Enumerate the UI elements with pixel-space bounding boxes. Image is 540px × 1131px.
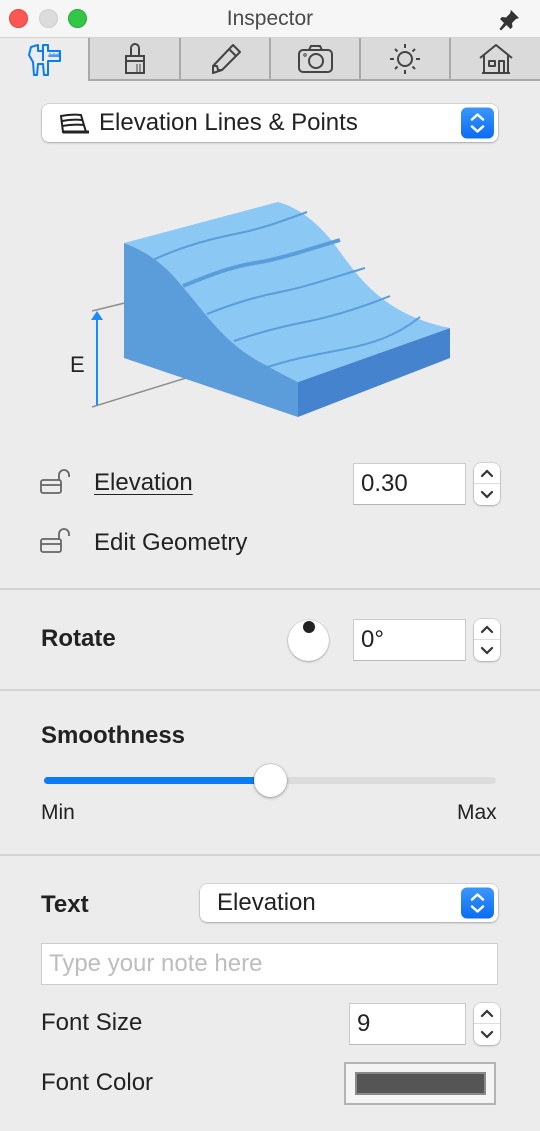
font-color-label: Font Color — [41, 1069, 154, 1096]
elevation-lock-icon[interactable] — [39, 468, 71, 496]
rotate-dial-indicator — [302, 621, 315, 633]
stepper-down-icon[interactable] — [474, 1024, 500, 1045]
smoothness-label: Smoothness — [41, 722, 186, 749]
stepper-up-icon[interactable] — [474, 619, 500, 640]
elevation-field[interactable]: 0.30 — [353, 463, 466, 505]
smoothness-slider-fill — [44, 777, 270, 784]
guide-line-bottom — [91, 377, 187, 408]
section-divider — [0, 854, 540, 856]
font-color-well[interactable] — [344, 1062, 496, 1105]
rotate-label: Rotate — [41, 625, 116, 652]
stepper-down-icon[interactable] — [474, 640, 500, 661]
window-title: Inspector — [226, 7, 314, 30]
elevation-stepper[interactable] — [474, 463, 500, 505]
smoothness-max-label: Max — [457, 801, 497, 824]
rotate-stepper[interactable] — [474, 619, 500, 661]
text-source-popup[interactable]: Elevation — [200, 884, 498, 922]
smoothness-min-label: Min — [41, 801, 75, 824]
font-size-stepper[interactable] — [474, 1003, 500, 1045]
rotate-field[interactable]: 0° — [353, 619, 466, 661]
stepper-up-icon[interactable] — [474, 463, 500, 484]
font-size-field[interactable]: 9 — [349, 1003, 466, 1045]
text-source-value: Elevation — [217, 889, 316, 916]
title-bar: Inspector — [0, 0, 540, 38]
inspector-tabs — [0, 38, 540, 81]
popup-arrows-icon — [461, 107, 494, 139]
tab-camera[interactable] — [269, 38, 359, 81]
tab-lighting[interactable] — [359, 38, 449, 81]
camera-icon — [298, 44, 333, 73]
pencil-icon — [212, 43, 241, 74]
font-color-swatch — [355, 1072, 486, 1095]
brush-icon — [124, 42, 145, 74]
text-label: Text — [41, 891, 89, 918]
elevation-symbol-label: E — [70, 352, 85, 377]
smoothness-slider-thumb[interactable] — [253, 764, 287, 797]
mode-popup[interactable]: Elevation Lines & Points — [42, 104, 498, 142]
house-icon — [478, 43, 513, 74]
section-divider — [0, 588, 540, 590]
edit-geometry-label: Edit Geometry — [94, 529, 248, 556]
elevation-label-text: Elevation — [94, 469, 193, 496]
note-input[interactable] — [41, 943, 498, 985]
stepper-up-icon[interactable] — [474, 1003, 500, 1024]
mode-popup-value: Elevation Lines & Points — [99, 109, 358, 136]
font-size-label: Font Size — [41, 1009, 143, 1036]
tab-building[interactable] — [449, 38, 540, 81]
elevation-label: Elevation — [94, 469, 193, 497]
rotate-dial[interactable] — [288, 620, 329, 661]
stepper-down-icon[interactable] — [474, 484, 500, 505]
popup-arrows-icon — [461, 887, 494, 919]
caliper-icon — [28, 43, 61, 76]
section-divider — [0, 689, 540, 691]
pin-icon[interactable] — [497, 8, 521, 32]
tab-measurements[interactable] — [0, 38, 88, 81]
sun-icon — [390, 43, 420, 74]
elevation-diagram: E — [70, 202, 450, 417]
edit-geometry-lock-icon[interactable] — [39, 527, 71, 555]
elevation-lines-icon — [59, 113, 89, 134]
elevation-arrowhead — [91, 311, 103, 320]
tab-style[interactable] — [88, 38, 179, 81]
tab-edit[interactable] — [179, 38, 269, 81]
